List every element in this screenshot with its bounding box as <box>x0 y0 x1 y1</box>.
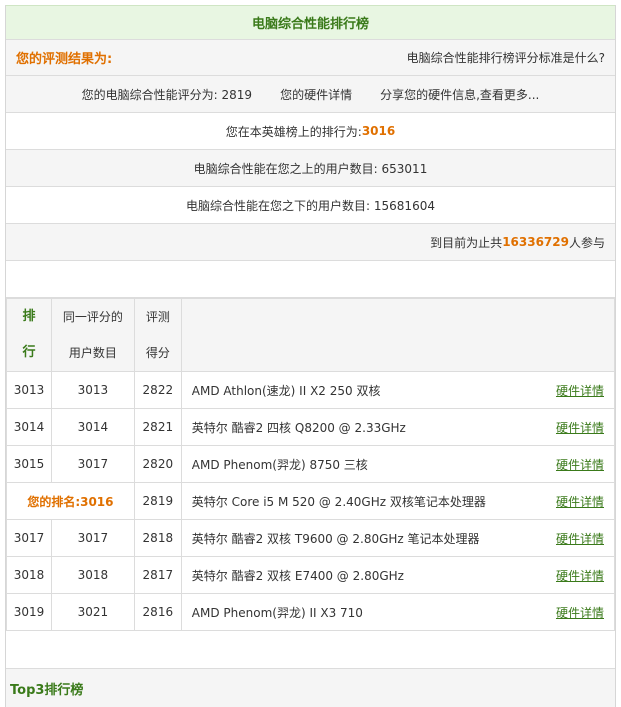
row-users: 3021 <box>50 593 135 631</box>
row-hardware: 英特尔 Core i5 M 520 @ 2.40GHz 双核笔记本处理器 <box>180 482 505 520</box>
row-hardware: AMD Phenom(羿龙) 8750 三核 <box>180 445 505 483</box>
row-hardware: 英特尔 酷睿2 双核 E7400 @ 2.80GHz <box>180 556 505 594</box>
hardware-details-link[interactable]: 硬件详情 <box>556 606 604 620</box>
row-hardware: AMD Phenom(羿龙) II X3 710 <box>180 593 505 631</box>
row-users: 3013 <box>50 371 135 409</box>
row-rank: 3017 <box>6 519 52 557</box>
result-row: 您的评测结果为: 电脑综合性能排行榜评分标准是什么? <box>6 40 615 76</box>
row-rank: 3015 <box>6 445 52 483</box>
total-suffix: 人参与 <box>568 235 605 250</box>
my-rank: 您的排名:3016 <box>6 482 135 520</box>
ranking-panel: 电脑综合性能排行榜 您的评测结果为: 电脑综合性能排行榜评分标准是什么? 您的电… <box>5 5 616 707</box>
row-users: 3017 <box>50 519 135 557</box>
row-rank: 3014 <box>6 408 52 446</box>
row-score: 2818 <box>133 519 182 557</box>
next-section-title: Top3排行榜 <box>10 683 84 698</box>
spacer-row-bottom <box>6 631 615 669</box>
header-blank <box>180 298 616 372</box>
row-hardware: 英特尔 酷睿2 双核 T9600 @ 2.80GHz 笔记本处理器 <box>180 519 505 557</box>
row-users: 3018 <box>50 556 135 594</box>
table-row: 3015 3017 2820 AMD Phenom(羿龙) 8750 三核 硬件… <box>6 445 615 483</box>
row-score: 2822 <box>133 371 182 409</box>
row-score: 2819 <box>133 482 182 520</box>
hardware-details-link[interactable]: 硬件详情 <box>556 495 604 509</box>
row-score: 2821 <box>133 408 182 446</box>
spacer-row <box>6 261 615 298</box>
result-label: 您的评测结果为: <box>16 52 113 67</box>
rank-row: 您在本英雄榜上的排行为: 3016 <box>6 113 615 150</box>
total-row: 到目前为止共 16336729 人参与 <box>6 224 615 261</box>
hardware-details-link[interactable]: 硬件详情 <box>556 384 604 398</box>
header-score: 评测得分 <box>133 298 182 372</box>
row-users: 3017 <box>50 445 135 483</box>
hardware-details-link[interactable]: 硬件详情 <box>556 569 604 583</box>
below-text: 电脑综合性能在您之下的用户数目: 15681604 <box>186 198 435 213</box>
above-row: 电脑综合性能在您之上的用户数目: 653011 <box>6 150 615 187</box>
ranking-table: 排行 同一评分的用户数目 评测得分 3013 3013 2822 AMD Ath… <box>6 298 616 631</box>
header-rank: 排行 <box>6 298 52 372</box>
header-users: 同一评分的用户数目 <box>50 298 135 372</box>
rank-value: 3016 <box>361 124 396 138</box>
row-users: 3014 <box>50 408 135 446</box>
row-score: 2820 <box>133 445 182 483</box>
panel-title: 电脑综合性能排行榜 <box>6 5 615 40</box>
table-row: 3014 3014 2821 英特尔 酷睿2 四核 Q8200 @ 2.33GH… <box>6 408 615 446</box>
row-score: 2817 <box>133 556 182 594</box>
score-row: 您的电脑综合性能评分为: 2819 您的硬件详情 分享您的硬件信息,查看更多..… <box>6 76 615 113</box>
table-row-mine: 您的排名:3016 2819 英特尔 Core i5 M 520 @ 2.40G… <box>6 482 615 520</box>
row-rank: 3018 <box>6 556 52 594</box>
share-link[interactable]: 分享您的硬件信息,查看更多... <box>380 86 539 103</box>
row-score: 2816 <box>133 593 182 631</box>
hardware-details-link[interactable]: 硬件详情 <box>556 421 604 435</box>
total-prefix: 到目前为止共 <box>430 235 503 250</box>
table-header: 排行 同一评分的用户数目 评测得分 <box>6 298 616 372</box>
rank-prefix: 您在本英雄榜上的排行为: <box>225 124 362 139</box>
row-rank: 3019 <box>6 593 52 631</box>
table-row: 3018 3018 2817 英特尔 酷睿2 双核 E7400 @ 2.80GH… <box>6 556 615 594</box>
next-section-bar <box>6 669 615 707</box>
table-row: 3013 3013 2822 AMD Athlon(速龙) II X2 250 … <box>6 371 615 409</box>
hardware-details-link[interactable]: 您的硬件详情 <box>280 86 352 103</box>
row-hardware: AMD Athlon(速龙) II X2 250 双核 <box>180 371 505 409</box>
scoring-standard-link[interactable]: 电脑综合性能排行榜评分标准是什么? <box>407 49 605 66</box>
row-rank: 3013 <box>6 371 52 409</box>
hardware-details-link[interactable]: 硬件详情 <box>556 532 604 546</box>
above-text: 电脑综合性能在您之上的用户数目: 653011 <box>193 161 428 176</box>
table-row: 3017 3017 2818 英特尔 酷睿2 双核 T9600 @ 2.80GH… <box>6 519 615 557</box>
row-hardware: 英特尔 酷睿2 四核 Q8200 @ 2.33GHz <box>180 408 505 446</box>
table-row: 3019 3021 2816 AMD Phenom(羿龙) II X3 710 … <box>6 593 615 631</box>
below-row: 电脑综合性能在您之下的用户数目: 15681604 <box>6 187 615 224</box>
total-value: 16336729 <box>502 235 569 249</box>
hardware-details-link[interactable]: 硬件详情 <box>556 458 604 472</box>
score-text: 您的电脑综合性能评分为: 2819 <box>81 87 253 102</box>
